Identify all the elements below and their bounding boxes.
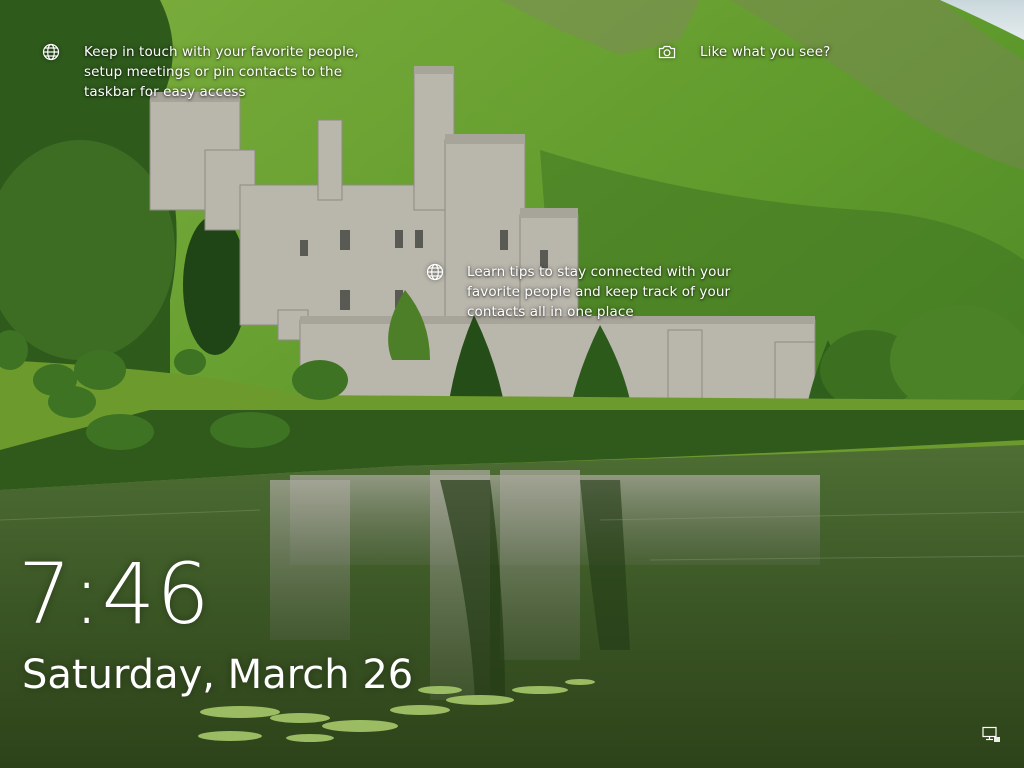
spotlight-hotspot-contacts[interactable]: Keep in touch with your favorite people,…: [42, 42, 369, 102]
globe-icon: [42, 43, 60, 61]
spotlight-hotspot-tips[interactable]: Learn tips to stay connected with your f…: [426, 262, 732, 322]
lock-screen-time: 7:46: [18, 545, 211, 643]
globe-icon: [426, 263, 444, 281]
camera-icon: [658, 43, 676, 61]
hotspot-contacts-text: Keep in touch with your favorite people,…: [84, 44, 359, 100]
hotspot-like-text: Like what you see?: [700, 44, 831, 60]
network-icon[interactable]: [982, 726, 1002, 744]
lock-screen[interactable]: Keep in touch with your favorite people,…: [0, 0, 1024, 768]
hotspot-tips-text: Learn tips to stay connected with your f…: [467, 264, 731, 320]
lock-screen-date: Saturday, March 26: [22, 652, 414, 698]
spotlight-hotspot-like[interactable]: Like what you see?: [658, 42, 830, 62]
